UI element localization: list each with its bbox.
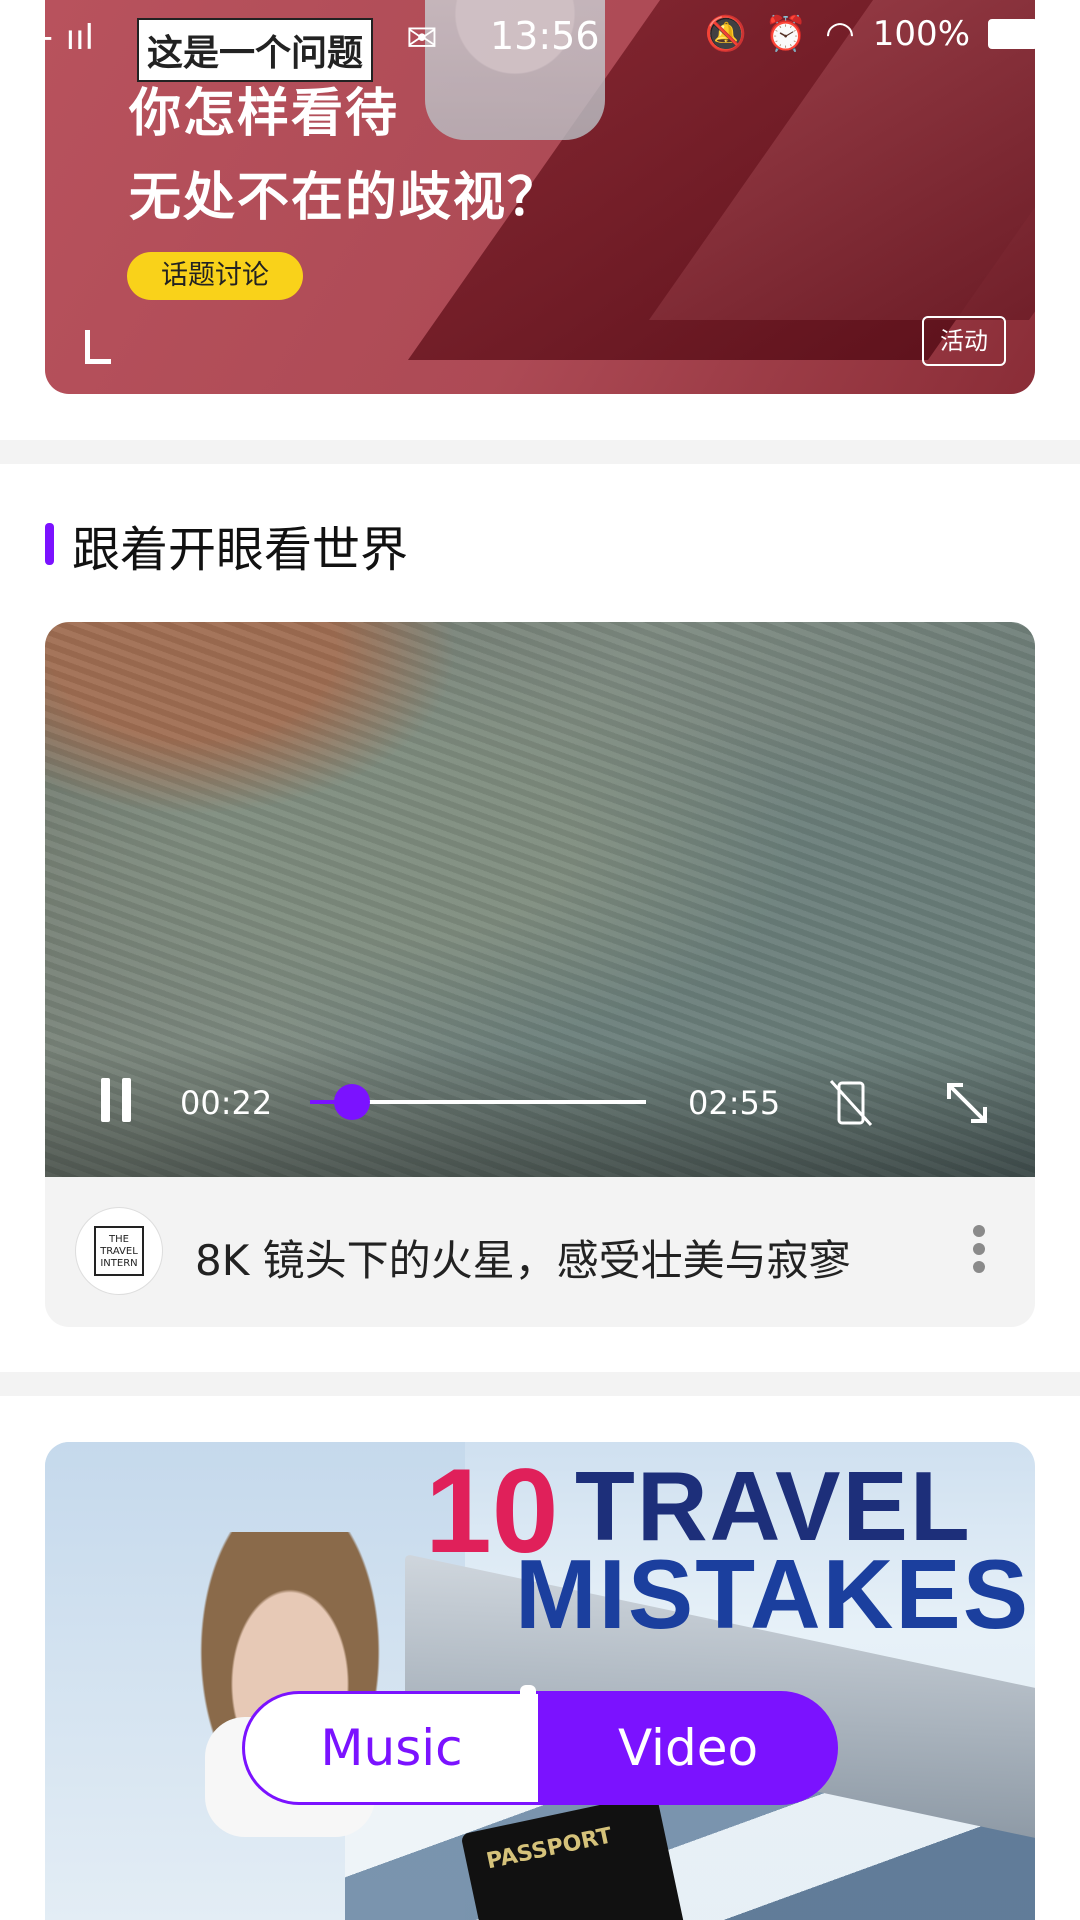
banner-logo-icon	[85, 330, 111, 364]
signal-indicator: G+ ııl	[0, 18, 94, 58]
banner-title-line2: 无处不在的歧视？	[129, 167, 562, 228]
current-time: 00:22	[180, 1084, 273, 1122]
banner-activity-badge: 活动	[922, 316, 1006, 366]
battery-level: 100%	[872, 14, 970, 54]
video-player[interactable]: 00:22 02:55	[45, 622, 1035, 1177]
battery-icon	[988, 19, 1038, 49]
section-title: 跟着开眼看世界	[72, 522, 409, 578]
toggle-video[interactable]: Video	[538, 1691, 838, 1805]
banner-title-line1: 你怎样看待	[129, 83, 400, 144]
status-bar: G+ ııl ✉ 13:56 🔕 ⏰ ◠ 100%	[0, 0, 1080, 76]
video-title[interactable]: 8K 镜头下的火星，感受壮美与寂寥	[195, 1227, 851, 1288]
channel-avatar[interactable]: THE TRAVEL INTERN	[75, 1207, 163, 1295]
wechat-icon: ✉	[406, 16, 438, 60]
mute-icon: 🔕	[704, 14, 747, 54]
channel-logo-text: THE TRAVEL INTERN	[94, 1226, 144, 1276]
more-options-icon[interactable]	[973, 1225, 985, 1281]
section-divider	[0, 440, 1080, 464]
travel-word-2: MISTAKES	[515, 1539, 1031, 1649]
wifi-icon: ◠	[825, 14, 855, 54]
banner-title: 你怎样看待 无处不在的歧视？	[129, 72, 561, 240]
status-time: 13:56	[490, 14, 600, 58]
alarm-icon: ⏰	[764, 14, 808, 54]
video-info-bar[interactable]: THE TRAVEL INTERN 8K 镜头下的火星，感受壮美与寂寥	[45, 1177, 1035, 1327]
toggle-music[interactable]: Music	[242, 1691, 538, 1805]
rotate-lock-icon[interactable]	[825, 1077, 877, 1129]
pause-icon[interactable]	[101, 1078, 131, 1122]
toggle-handle[interactable]	[520, 1685, 536, 1767]
total-time: 02:55	[688, 1084, 781, 1122]
section-divider	[0, 1372, 1080, 1396]
travel-video-card[interactable]: 10 TRAVEL MISTAKES PASSPORT	[45, 1442, 1035, 1920]
fullscreen-icon[interactable]	[941, 1077, 993, 1129]
section-accent-bar	[45, 523, 54, 565]
status-right: 🔕 ⏰ ◠ 100%	[704, 14, 1038, 54]
banner-topic-tag[interactable]: 话题讨论	[127, 252, 303, 300]
media-type-toggle[interactable]: Music Video	[242, 1685, 838, 1805]
passport-text: PASSPORT	[484, 1823, 615, 1875]
